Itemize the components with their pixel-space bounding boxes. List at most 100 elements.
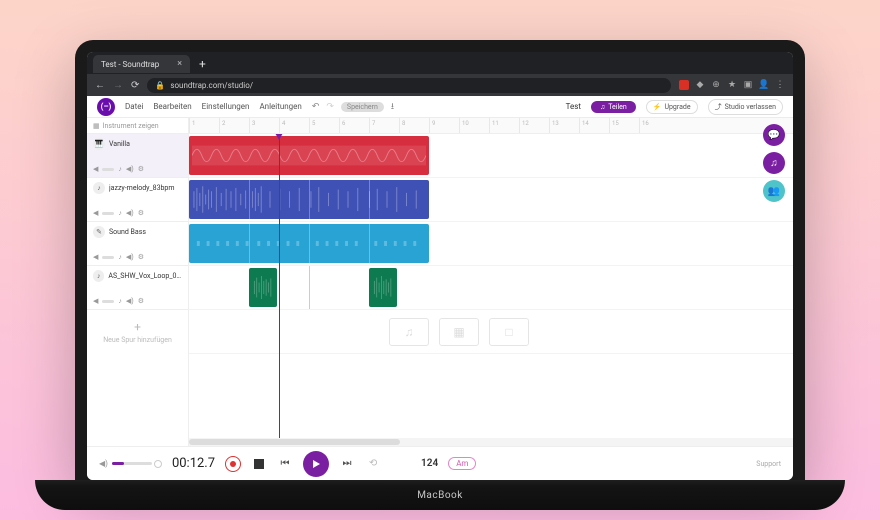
fx-icon[interactable]: ⚙ (138, 253, 144, 261)
ruler-tick: 15 (609, 118, 619, 133)
horizontal-scrollbar[interactable] (189, 438, 793, 446)
menu-edit[interactable]: Bearbeiten (153, 102, 191, 111)
speaker-icon[interactable]: ◀) (126, 165, 134, 173)
headphone-icon[interactable]: ♪ (118, 165, 122, 173)
record-button[interactable] (225, 456, 241, 472)
ruler-tick: 10 (459, 118, 469, 133)
ruler-tick: 2 (219, 118, 225, 133)
track-row[interactable]: ✎ Sound Bass ◀ ♪ ◀) ⚙ (87, 222, 188, 266)
undo-icon[interactable]: ↶ (312, 102, 320, 112)
headphone-icon[interactable]: ♪ (118, 297, 122, 305)
support-link[interactable]: Support (756, 460, 781, 468)
speaker-icon[interactable]: ◀) (126, 297, 134, 305)
master-volume[interactable]: ◀) (99, 459, 162, 468)
mute-icon[interactable]: ◀ (93, 165, 98, 173)
ruler-tick: 1 (189, 118, 195, 133)
track-row[interactable]: ♪ jazzy-melody_83bpm ◀ ♪ ◀) ⚙ (87, 178, 188, 222)
profile-icon[interactable]: 👤 (759, 80, 769, 90)
add-track-button[interactable]: + Neue Spur hinzufügen (87, 310, 188, 354)
stop-button[interactable] (251, 456, 267, 472)
mute-icon[interactable]: ◀ (93, 297, 98, 305)
menu-file[interactable]: Datei (125, 102, 143, 111)
track-row[interactable]: 🎹 Vanilla ◀ ♪ ◀) ⚙ (87, 134, 188, 178)
fx-icon[interactable]: ⚙ (138, 297, 144, 305)
ruler-tick: 16 (639, 118, 649, 133)
volume-slider[interactable] (102, 300, 114, 303)
ruler-tick: 13 (549, 118, 559, 133)
speaker-icon[interactable]: ◀) (126, 253, 134, 261)
ruler-tick: 5 (309, 118, 315, 133)
reload-icon[interactable]: ⟳ (131, 80, 139, 91)
tab-close-icon[interactable]: × (177, 59, 182, 69)
download-icon[interactable]: ⭳ (391, 99, 394, 115)
timeline-ruler[interactable]: 12345678910111213141516 (189, 118, 793, 134)
track-row[interactable]: ♪ AS_SHW_Vox_Loop_02... ◀ ♪ ◀) ⚙ (87, 266, 188, 310)
menu-settings[interactable]: Einstellungen (202, 102, 250, 111)
address-bar[interactable]: 🔒 soundtrap.com/studio/ (147, 78, 671, 93)
extension-icon[interactable] (679, 80, 689, 90)
bpm-display[interactable]: 124 (421, 458, 438, 469)
loops-button[interactable]: ♫ (763, 152, 785, 174)
browser-tab[interactable]: Test - Soundtrap × (93, 55, 190, 73)
volume-slider[interactable] (102, 168, 114, 171)
audio-clip[interactable] (249, 268, 277, 307)
share-button[interactable]: ♫ Teilen (591, 101, 636, 113)
project-title[interactable]: Test (566, 102, 581, 111)
extension-icon[interactable]: ★ (727, 80, 737, 90)
forward-icon[interactable]: → (113, 80, 123, 91)
extension-icon[interactable]: ⊕ (711, 80, 721, 90)
track-instrument-icon: ♪ (93, 270, 104, 282)
lock-icon: 🔒 (155, 81, 165, 90)
grid-hint-icon[interactable]: □ (489, 318, 529, 346)
track-name: Vanilla (109, 140, 130, 148)
loop-button[interactable]: ⟲ (365, 456, 381, 472)
audio-clip[interactable] (189, 224, 429, 263)
track-instrument-icon: ♪ (93, 182, 105, 194)
plus-icon: + (134, 320, 141, 334)
audio-clip[interactable] (369, 268, 397, 307)
pattern-hint-icon[interactable]: ▦ (439, 318, 479, 346)
app-logo[interactable]: (–) (97, 98, 115, 116)
volume-slider[interactable] (102, 256, 114, 259)
exit-icon: ⤴ (715, 102, 722, 112)
tab-title: Test - Soundtrap (101, 60, 159, 69)
save-button[interactable]: Speichern (341, 102, 384, 112)
headphone-icon[interactable]: ♪ (118, 209, 122, 217)
chat-button[interactable]: 💬 (763, 124, 785, 146)
rewind-button[interactable]: ⏮ (277, 456, 293, 472)
playhead[interactable] (279, 134, 280, 438)
menu-tutorials[interactable]: Anleitungen (259, 102, 301, 111)
loop-hint-icon[interactable]: ♫ (389, 318, 429, 346)
mute-icon[interactable]: ◀ (93, 209, 98, 217)
headphone-icon[interactable]: ♪ (118, 253, 122, 261)
ruler-tick: 14 (579, 118, 589, 133)
track-name: AS_SHW_Vox_Loop_02... (108, 272, 182, 280)
forward-button[interactable]: ⏭ (339, 456, 355, 472)
fx-icon[interactable]: ⚙ (138, 209, 144, 217)
track-name: jazzy-melody_83bpm (109, 184, 175, 192)
key-display[interactable]: Am (448, 457, 476, 470)
extension-icon[interactable]: ◆ (695, 80, 705, 90)
ruler-tick: 4 (279, 118, 285, 133)
timeline-lanes[interactable]: ♫ ▦ □ (189, 134, 793, 438)
audio-clip[interactable] (189, 180, 429, 219)
play-button[interactable] (303, 451, 329, 477)
collab-button[interactable]: 👥 (763, 180, 785, 202)
redo-icon[interactable]: ↷ (326, 102, 334, 112)
url-text: soundtrap.com/studio/ (170, 81, 253, 90)
track-panel-header[interactable]: ▦ Instrument zeigen (87, 118, 188, 134)
upgrade-button[interactable]: ⚡ Upgrade (646, 100, 698, 114)
back-icon[interactable]: ← (95, 80, 105, 91)
exit-studio-button[interactable]: ⤴ Studio verlassen (708, 99, 783, 115)
ruler-tick: 9 (429, 118, 435, 133)
mute-icon[interactable]: ◀ (93, 253, 98, 261)
menu-icon[interactable]: ⋮ (775, 80, 785, 90)
time-display[interactable]: 00:12.7 (172, 456, 215, 471)
new-tab-button[interactable]: + (194, 57, 211, 71)
fx-icon[interactable]: ⚙ (138, 165, 144, 173)
volume-slider[interactable] (102, 212, 114, 215)
track-instrument-icon: 🎹 (93, 138, 105, 150)
audio-clip[interactable] (189, 136, 429, 175)
speaker-icon[interactable]: ◀) (126, 209, 134, 217)
extension-icon[interactable]: ▣ (743, 80, 753, 90)
